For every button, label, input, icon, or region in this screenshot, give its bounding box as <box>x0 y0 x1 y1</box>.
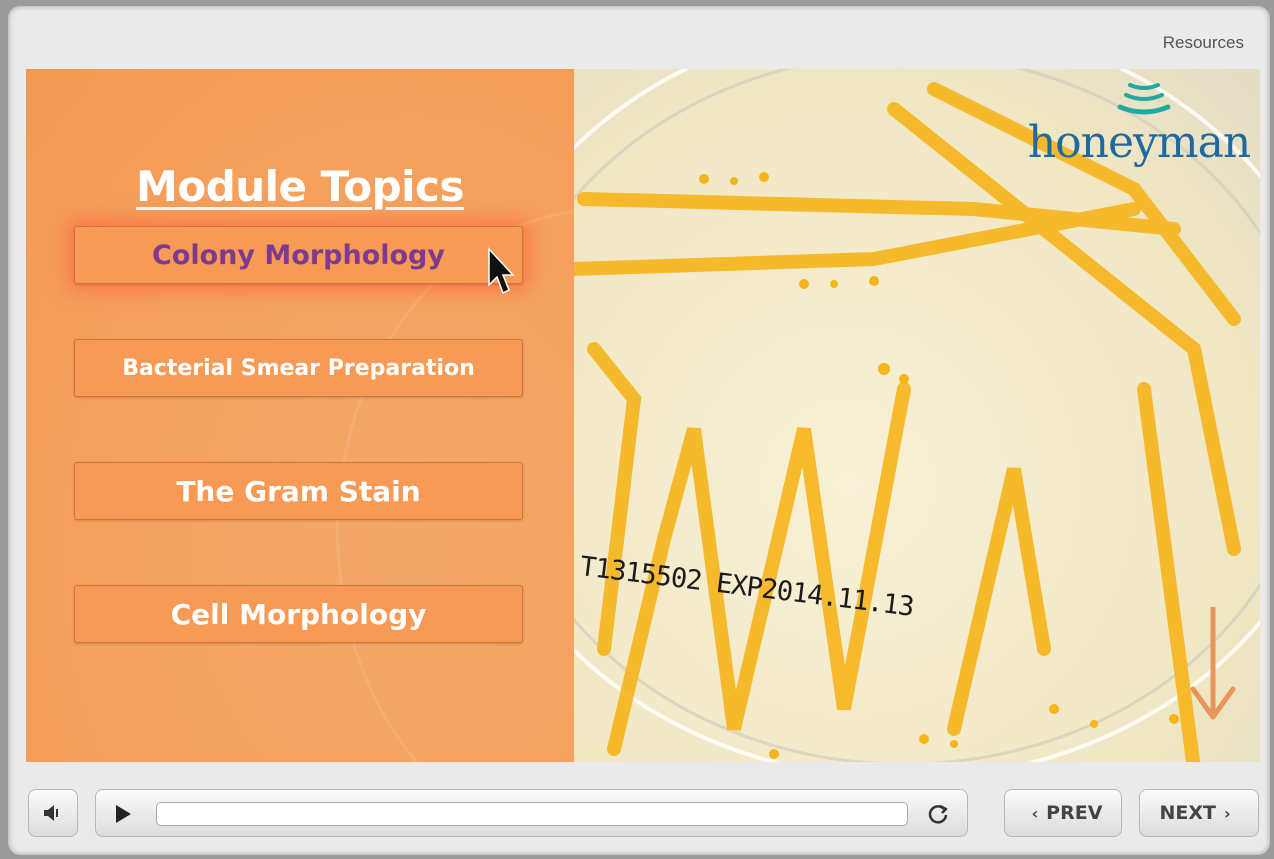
module-topics-title: Module Topics <box>136 162 464 211</box>
logo-text: honeyman <box>1027 117 1251 168</box>
volume-button[interactable] <box>28 789 78 837</box>
topic-label: Bacterial Smear Preparation <box>122 355 475 381</box>
down-arrow-icon <box>1190 607 1236 720</box>
replay-icon[interactable] <box>927 803 949 825</box>
petri-dish-image: honeyman T1315502 EXP2014.11.13 <box>574 69 1260 762</box>
prev-label: PREV <box>1046 802 1103 824</box>
playback-bar <box>95 789 968 837</box>
slide-area: Module Topics Colony Morphology Bacteria… <box>26 69 1260 762</box>
play-icon[interactable] <box>114 804 132 824</box>
topic-bacterial-smear-button[interactable]: Bacterial Smear Preparation <box>74 339 523 397</box>
chevron-right-icon: › <box>1223 803 1231 823</box>
topic-label: The Gram Stain <box>176 474 421 508</box>
progress-track[interactable] <box>156 802 908 826</box>
wave-logo-icon <box>1117 83 1171 115</box>
resources-link[interactable]: Resources <box>1163 33 1244 53</box>
topics-panel: Module Topics Colony Morphology Bacteria… <box>26 69 862 762</box>
prev-button[interactable]: ‹ PREV <box>1004 789 1122 837</box>
mouse-cursor-icon <box>488 247 515 295</box>
next-button[interactable]: NEXT › <box>1139 789 1259 837</box>
topic-colony-morphology-button[interactable]: Colony Morphology <box>74 226 523 284</box>
topic-label: Colony Morphology <box>152 239 445 271</box>
course-player: Resources Module Topics Colony Morpholog… <box>8 6 1270 855</box>
chevron-left-icon: ‹ <box>1031 803 1039 823</box>
honeyman-logo: honeyman <box>1024 77 1254 187</box>
topic-label: Cell Morphology <box>170 597 427 631</box>
topic-gram-stain-button[interactable]: The Gram Stain <box>74 462 523 520</box>
volume-icon <box>44 805 58 821</box>
next-label: NEXT <box>1159 802 1216 824</box>
topic-cell-morphology-button[interactable]: Cell Morphology <box>74 585 523 643</box>
